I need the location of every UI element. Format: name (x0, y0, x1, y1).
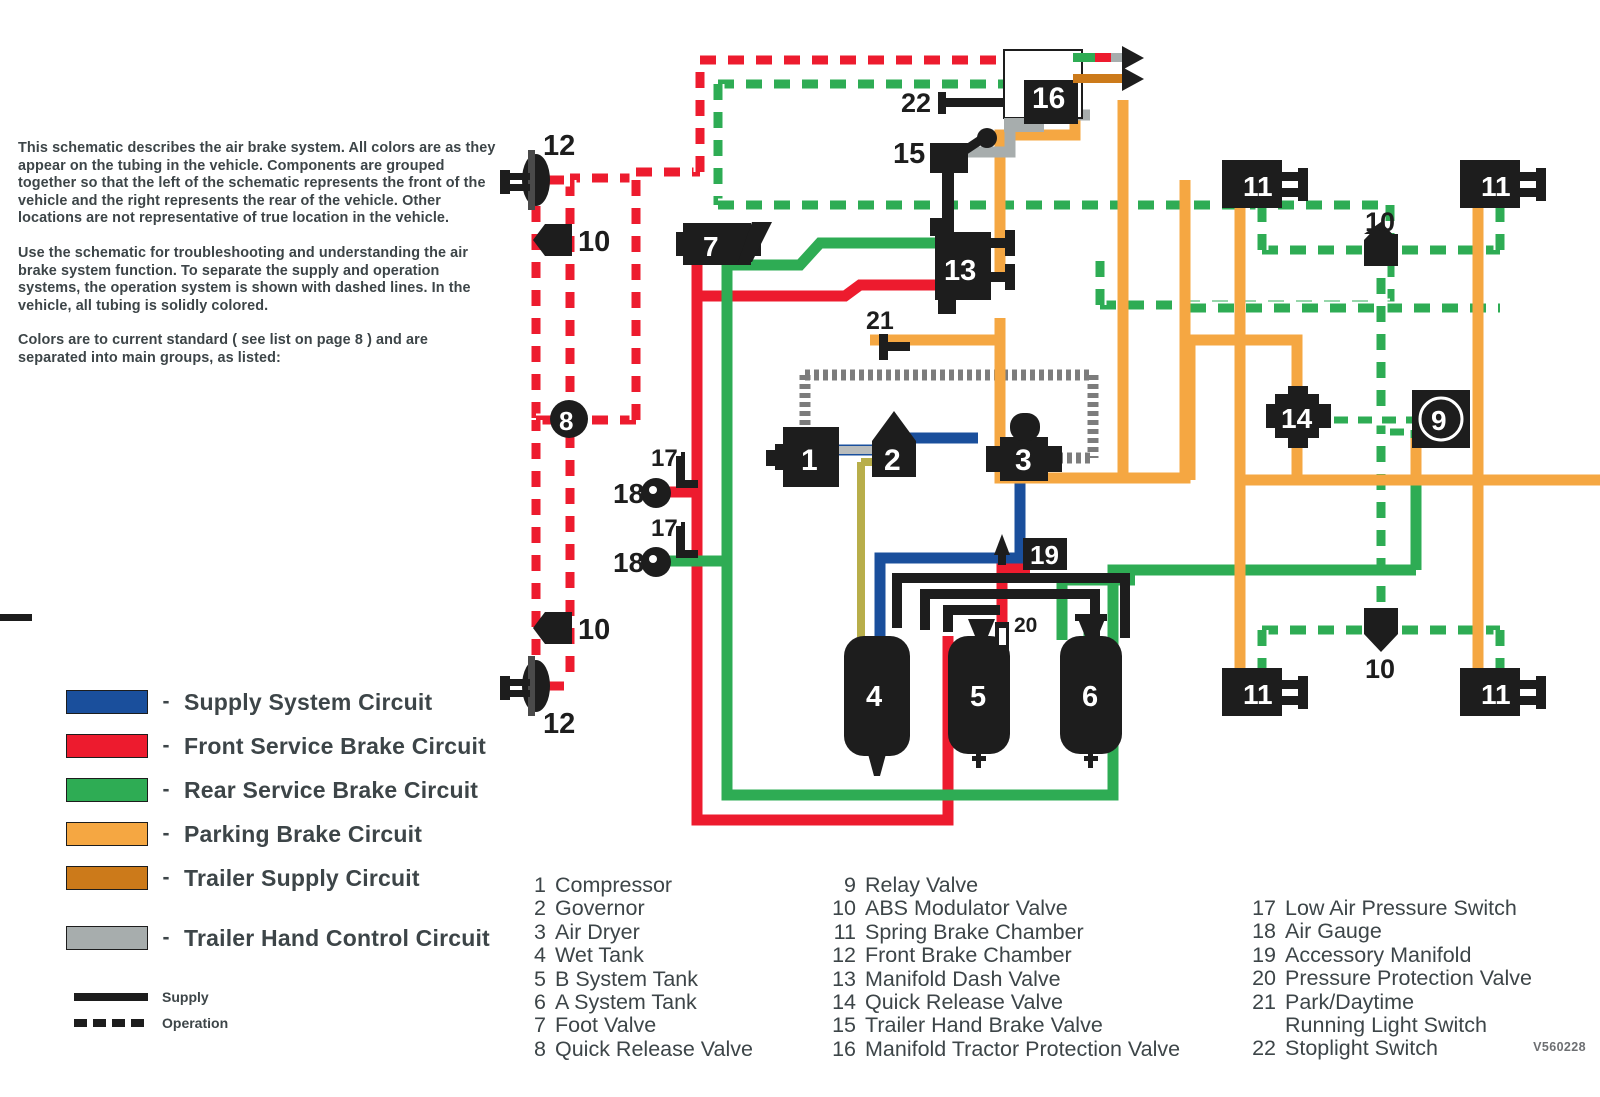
component-air-gauge-bottom[interactable] (641, 547, 671, 577)
callout-10-bottom-left: 10 (578, 614, 610, 646)
callout-17-bottom: 17 (651, 515, 678, 542)
callout-12-bottom: 12 (543, 708, 575, 740)
callout-15: 15 (893, 138, 925, 170)
callout-10-top-left: 10 (578, 226, 610, 258)
callout-8: 8 (559, 406, 573, 436)
callout-19: 19 (1030, 540, 1059, 570)
callout-6: 6 (1082, 681, 1098, 713)
callout-11-top-right: 11 (1481, 171, 1511, 202)
callout-7: 7 (703, 231, 719, 262)
callout-11-top-left: 11 (1243, 171, 1273, 202)
component-pressure-protection-valve[interactable] (995, 622, 1009, 650)
component-front-brake-chamber-bottom[interactable] (500, 656, 550, 716)
component-foot-valve[interactable] (676, 222, 772, 265)
callout-14: 14 (1281, 403, 1313, 434)
callout-1: 1 (801, 444, 818, 477)
callout-16: 16 (1032, 82, 1065, 115)
callout-12-top: 12 (543, 130, 575, 162)
callout-17-top: 17 (651, 445, 678, 472)
component-abs-modulator-valve-bottom-right[interactable] (1364, 608, 1398, 652)
callout-9: 9 (1431, 405, 1447, 436)
callout-5: 5 (970, 681, 986, 713)
component-stoplight-switch[interactable] (938, 92, 1006, 114)
component-air-gauge-top[interactable] (641, 478, 671, 508)
callout-13: 13 (944, 255, 976, 287)
callout-2: 2 (884, 444, 901, 477)
callout-20: 20 (1014, 614, 1037, 637)
callout-4: 4 (866, 681, 882, 713)
callout-11-bottom-left: 11 (1243, 679, 1273, 710)
callout-21: 21 (866, 307, 894, 335)
air-brake-schematic-diagram: 12 12 10 10 8 7 17 18 17 18 1 2 3 4 5 20… (0, 0, 1600, 1097)
callout-18-bottom: 18 (613, 547, 644, 578)
callout-11-bottom-right: 11 (1481, 679, 1511, 710)
gladhand-service-connector[interactable] (1073, 46, 1144, 70)
callout-10-top-right: 10 (1365, 207, 1395, 237)
callout-22: 22 (901, 88, 931, 118)
gladhand-supply-connector[interactable] (1073, 67, 1144, 91)
callout-3: 3 (1015, 444, 1032, 477)
callout-18-top: 18 (613, 478, 644, 509)
callout-10-bottom-right: 10 (1365, 654, 1395, 684)
